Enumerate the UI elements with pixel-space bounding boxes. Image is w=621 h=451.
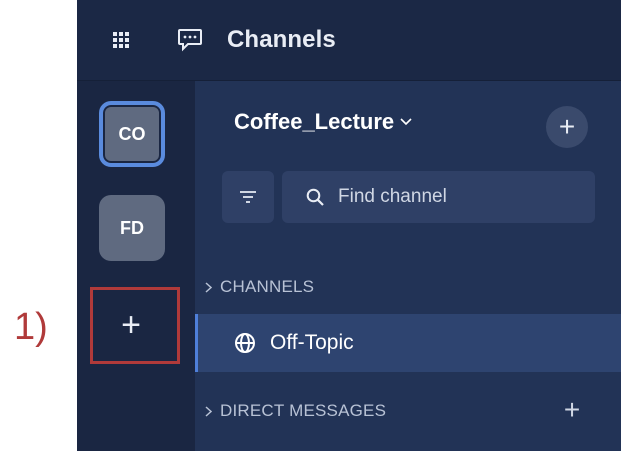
section-channels-label: CHANNELS [220,277,315,296]
search-box [282,171,595,223]
globe-icon [235,333,255,353]
channel-sidebar: Coffee_Lecture + CHANNELS [195,81,621,451]
chat-bubble-icon [178,29,202,52]
channel-item-off-topic[interactable]: Off-Topic [195,314,621,372]
annotation-label: 1) [14,306,48,348]
add-channel-button[interactable]: + [546,106,588,148]
team-avatar-fd[interactable]: FD [99,195,165,261]
channel-name: Off-Topic [270,331,354,354]
section-channels[interactable]: CHANNELS [205,277,314,297]
grid-icon[interactable] [113,32,129,48]
team-rail: CO FD + [77,81,195,451]
chevron-down-icon [400,118,412,126]
chevron-right-icon [205,405,212,417]
filter-icon [240,191,256,203]
app-window: Channels CO FD + Coffee_Lecture + Find c… [77,0,621,451]
team-avatar-co[interactable]: CO [99,101,165,167]
section-direct-messages[interactable]: DIRECT MESSAGES [205,401,386,421]
search-input[interactable] [336,185,580,209]
search-icon [306,188,324,206]
team-name-label: Coffee_Lecture [234,109,395,134]
top-bar: Channels [77,0,621,81]
page-title: Channels [227,26,336,53]
add-direct-message-button[interactable]: + [557,394,587,425]
chevron-right-icon [205,281,212,293]
section-dm-label: DIRECT MESSAGES [220,401,387,420]
filter-button[interactable] [222,171,274,223]
annotation-highlight-box [90,287,180,364]
team-name-dropdown[interactable]: Coffee_Lecture [234,109,412,135]
